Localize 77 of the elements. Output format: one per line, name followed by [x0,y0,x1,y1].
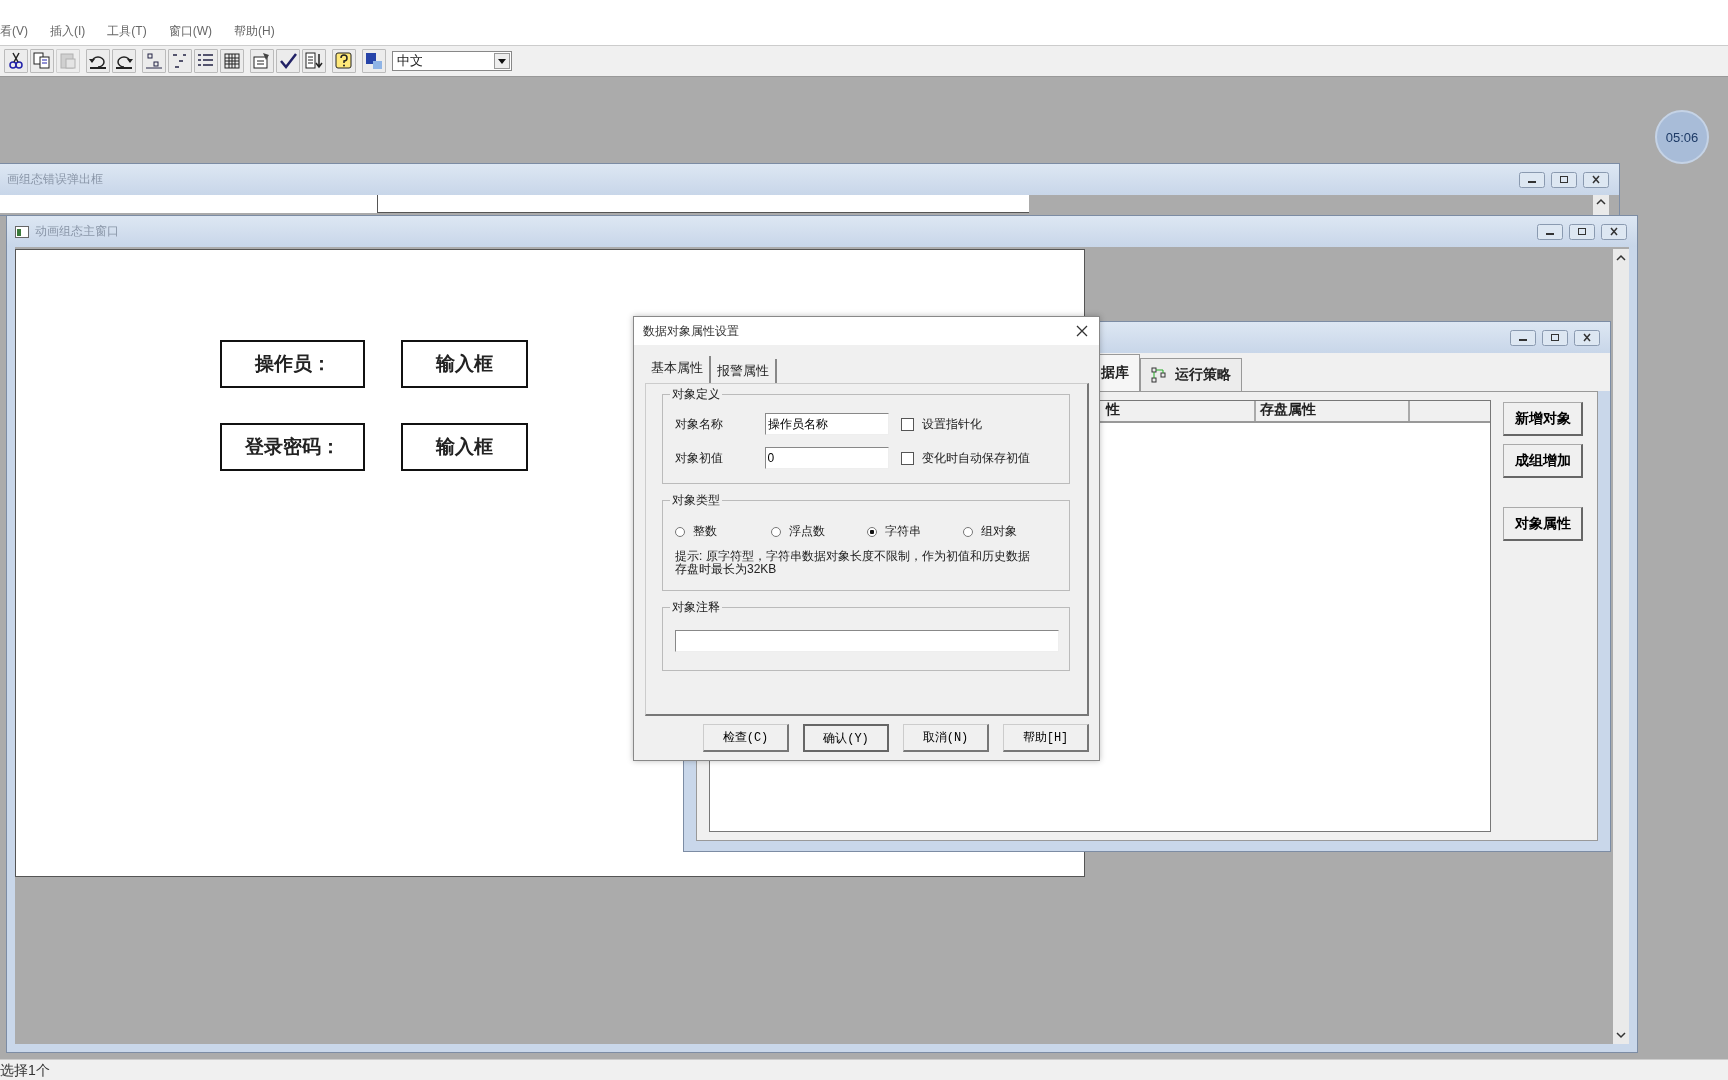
column-header[interactable]: 性 [1102,401,1256,421]
radio-button[interactable] [867,526,877,537]
properties-icon[interactable] [250,49,274,73]
checkbox[interactable] [900,417,914,431]
minimize-icon[interactable] [1510,329,1536,346]
tab[interactable]: 运行策略 [1140,358,1242,391]
list-icon[interactable] [194,49,218,73]
clock-badge: 05:06 [1655,110,1709,164]
group-label: 对象注释 [670,599,722,616]
window-title: 画组态错误弹出框 [7,171,104,188]
checkbox[interactable] [900,451,914,465]
help-icon[interactable] [332,49,356,73]
language-select[interactable]: 中文 [392,51,512,71]
action-button[interactable]: 成组增加 [1503,444,1583,478]
checkbox-label: 变化时自动保存初值 [921,449,1030,467]
menu-item[interactable]: 工具(T) [107,23,147,40]
radio-label: 字符串 [885,523,921,540]
maximize-icon[interactable] [1569,223,1595,240]
input-box-shape: 输入框 [401,423,528,471]
radio-label: 浮点数 [789,523,825,540]
maximize-icon[interactable] [1551,171,1577,188]
cut-icon[interactable] [4,49,28,73]
radio-label: 整数 [693,523,717,540]
minimize-icon[interactable] [1519,171,1545,188]
dialog-button[interactable]: 检查(C) [703,724,789,752]
scroll-up-icon[interactable] [1615,253,1627,263]
close-icon[interactable] [1583,171,1609,188]
distribute-icon[interactable] [168,49,192,73]
radio-label: 组对象 [981,523,1017,540]
close-icon[interactable] [1574,329,1600,346]
group-label: 对象定义 [670,386,722,403]
column-header[interactable]: 存盘属性 [1256,401,1410,421]
checkmark-icon[interactable] [276,49,300,73]
menu-item[interactable]: 插入(I) [50,23,86,40]
scrollbar[interactable] [1613,249,1629,1044]
align-icon[interactable] [142,49,166,73]
scrollbar[interactable] [1593,195,1609,215]
close-icon[interactable] [1075,324,1089,338]
redo-icon[interactable] [112,49,136,73]
minimize-icon[interactable] [1537,223,1563,240]
radio-button[interactable] [963,526,973,537]
dialog-button[interactable]: 取消(N) [903,724,989,752]
dialog-button[interactable]: 确认(Y) [803,724,889,752]
language-icon[interactable] [362,49,386,73]
undo-icon[interactable] [86,49,110,73]
scroll-down-icon[interactable] [1615,1030,1627,1040]
radio-button[interactable] [771,526,781,537]
field-label: 对象初值 [675,449,724,467]
select-value: 中文 [397,52,423,70]
action-button[interactable]: 对象属性 [1503,507,1583,541]
window-title: 动画组态主窗口 [35,223,120,240]
input-field[interactable] [675,630,1059,652]
close-icon[interactable] [1601,223,1627,240]
input-field[interactable]: 操作员名称 [764,413,889,435]
canvas-text: 操作员： [220,340,365,388]
action-button[interactable]: 新增对象 [1503,402,1583,436]
sort-icon[interactable] [302,49,326,73]
window-icon[interactable] [15,225,29,238]
dialog-button[interactable]: 帮助[H] [1003,724,1089,752]
group-label: 对象类型 [670,492,722,509]
grid-icon[interactable] [220,49,244,73]
field-label: 对象名称 [675,415,724,433]
input-box-shape: 输入框 [401,340,528,388]
copy-icon[interactable] [30,49,54,73]
canvas-text: 登录密码： [220,423,365,471]
input-field[interactable]: 0 [764,447,889,469]
hint-text: 提示: 原字符型，字符串数据对象长度不限制，作为初值和历史数据存盘时最长为32KB [675,550,1031,576]
maximize-icon[interactable] [1542,329,1568,346]
scroll-up-icon[interactable] [1595,197,1607,207]
flowchart-icon[interactable] [1151,367,1167,383]
menu-item[interactable]: 看(V) [0,23,28,40]
menu-item[interactable]: 帮助(H) [234,23,275,40]
checkbox-label: 设置指针化 [921,415,982,433]
dialog-title: 数据对象属性设置 [643,322,739,340]
status-text: 选择1个 [0,1061,50,1080]
radio-button[interactable] [675,526,685,537]
menu-item[interactable]: 窗口(W) [168,23,212,40]
